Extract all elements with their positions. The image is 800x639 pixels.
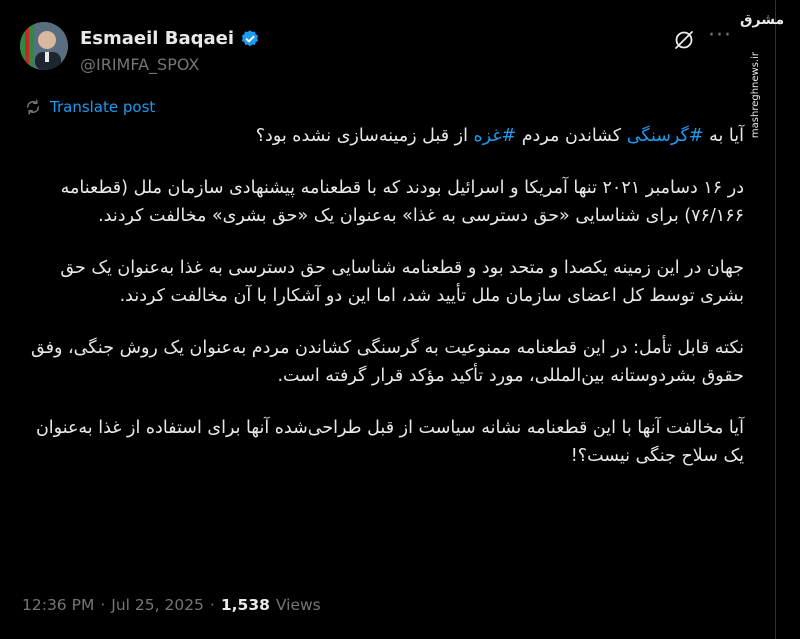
translate-icon [27,99,39,115]
translate-post-link[interactable]: Translate post [24,98,155,116]
grok-icon[interactable] [672,28,696,52]
meta-separator: · [209,596,215,614]
author-name[interactable]: Esmaeil Baqaei [80,28,234,49]
more-icon[interactable]: ··· [708,25,732,47]
watermark-site: mashreghnews.ir [750,52,761,139]
tweet-meta: 12:36 PM · Jul 25, 2025 · 1,538 Views [22,596,321,614]
views-count: 1,538 [220,596,270,614]
tweet-paragraph-2: در ۱۶ دسامبر ۲۰۲۱ تنها آمریکا و اسرائیل … [60,178,744,226]
watermark: مشرق mashreghnews.ir [740,12,784,138]
translate-label[interactable]: Translate post [50,98,155,116]
tweet-paragraph-1: آیا به #گرسنگی کشاندن مردم #غزه از قبل ز… [22,122,744,150]
tweet-header: Esmaeil Baqaei @IRIMFA_SPOX ··· [20,16,760,76]
avatar[interactable] [20,22,68,70]
meta-separator: · [100,596,106,614]
hashtag-link[interactable]: #غزه [474,126,517,146]
tweet-text: آیا به #گرسنگی کشاندن مردم #غزه از قبل ز… [22,122,744,494]
author-name-row[interactable]: Esmaeil Baqaei [80,28,260,49]
tweet-time[interactable]: 12:36 PM [22,596,94,614]
avatar-image [20,22,68,70]
tweet-text-part: آیا به [703,126,744,146]
tweet-text-part: کشاندن مردم [516,126,627,146]
tweet-frame: Esmaeil Baqaei @IRIMFA_SPOX ··· Translat… [0,0,776,639]
tweet-paragraph-5: آیا مخالفت آنها با این قطعنامه نشانه سیا… [35,418,744,466]
tweet-text-part: از قبل زمینه‌سازی نشده بود؟ [255,126,474,146]
author-handle[interactable]: @IRIMFA_SPOX [80,55,199,74]
hashtag-link[interactable]: #گرسنگی [627,126,704,146]
views-label: Views [275,596,321,614]
watermark-logo: مشرق [740,12,785,28]
tweet-date[interactable]: Jul 25, 2025 [111,596,204,614]
verified-badge-icon [241,29,259,46]
tweet-paragraph-4: نکته قابل تأمل: در این قطعنامه ممنوعیت ب… [31,338,744,386]
tweet-paragraph-3: جهان در این زمینه یکصدا و متحد بود و قطع… [60,258,744,306]
